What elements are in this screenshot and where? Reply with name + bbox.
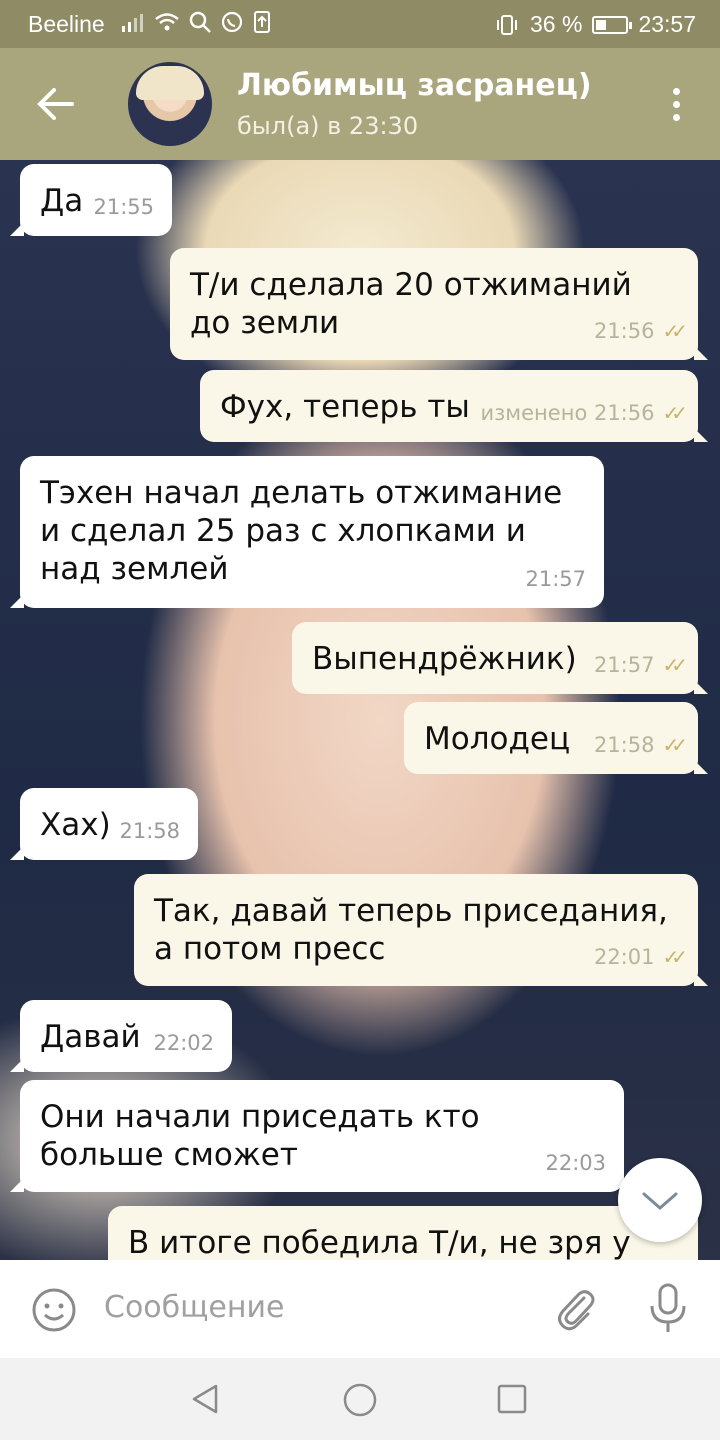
message-bubble[interactable]: Тэхен начал делать отжимание и сделал 25… — [10, 456, 604, 608]
message-bubble[interactable]: Выпендрёжник) 21:57 ✓✓ — [292, 622, 708, 694]
message-time: 21:56 — [593, 319, 655, 343]
message-input[interactable]: Сообщение — [104, 1290, 284, 1325]
message-text: В итоге победила Т/и, не зря у нее — [128, 1225, 631, 1260]
signal-icon — [122, 14, 143, 32]
contact-name[interactable]: Любимыц засранец) — [237, 68, 592, 103]
message-meta: 22:01 ✓✓ — [593, 938, 688, 976]
arrow-left-icon[interactable] — [34, 84, 78, 124]
nav-back-icon[interactable] — [188, 1382, 222, 1416]
message-time: 21:55 — [93, 195, 154, 219]
message-bubble[interactable]: Да 21:55 — [10, 164, 172, 236]
vibrate-icon — [497, 14, 517, 35]
message-time: 22:01 — [593, 945, 655, 969]
message-text: Они начали приседать кто больше сможет — [40, 1099, 480, 1173]
wifi-icon — [155, 13, 179, 31]
message-meta: 21:57 — [525, 560, 586, 598]
double-check-icon: ✓✓ — [662, 945, 687, 969]
message-bubble[interactable]: Они начали приседать кто больше сможет 2… — [10, 1080, 624, 1192]
message-bubble[interactable]: Т/и сделала 20 отжиманий до земли 21:56 ✓… — [170, 248, 708, 360]
message-meta: 21:57 ✓✓ — [593, 646, 688, 684]
clock: 23:57 — [638, 11, 696, 37]
message-meta: 21:55 — [93, 188, 154, 226]
carrier-label: Beeline — [28, 11, 105, 37]
battery-icon — [592, 15, 633, 34]
message-meta: 22:02 — [153, 1024, 214, 1062]
message-bubble[interactable]: Так, давай теперь приседания, а потом пр… — [134, 874, 708, 986]
message-bubble[interactable]: Фух, теперь ты изменено 21:56 ✓✓ — [200, 370, 708, 442]
composer: Сообщение — [0, 1260, 720, 1358]
message-time: 21:58 — [119, 819, 180, 843]
battery-percent: 36 % — [530, 11, 583, 37]
paperclip-icon[interactable] — [550, 1284, 600, 1334]
message-bubble[interactable]: Молодец 21:58 ✓✓ — [404, 702, 708, 774]
message-meta: 21:58 — [119, 812, 180, 850]
message-time: 22:03 — [545, 1151, 606, 1175]
scroll-down-button[interactable] — [618, 1158, 702, 1242]
status-icons — [120, 10, 272, 34]
status-bar: Beeline 36 % 23:57 — [0, 0, 720, 48]
message-text: Тэхен начал делать отжимание и сделал 25… — [40, 475, 563, 587]
message-meta: 21:58 ✓✓ — [593, 726, 688, 764]
smile-icon[interactable] — [30, 1286, 78, 1334]
nav-home-icon[interactable] — [342, 1382, 378, 1418]
last-seen: был(а) в 23:30 — [237, 112, 419, 140]
double-check-icon: ✓✓ — [662, 401, 687, 425]
double-check-icon: ✓✓ — [662, 733, 687, 757]
message-time: изменено 21:56 — [480, 401, 655, 425]
avatar[interactable] — [128, 62, 212, 146]
upload-icon — [254, 11, 270, 33]
double-check-icon: ✓✓ — [662, 653, 687, 677]
chevron-down-icon — [642, 1192, 678, 1210]
status-right: 36 % 23:57 — [494, 11, 696, 38]
message-meta: 22:03 — [545, 1144, 606, 1182]
message-time: 21:57 — [593, 653, 655, 677]
chat-area[interactable]: Да 21:55 Т/и сделала 20 отжиманий до зем… — [0, 160, 720, 1260]
double-check-icon: ✓✓ — [662, 319, 687, 343]
system-nav-bar — [0, 1358, 720, 1440]
search-icon — [189, 11, 211, 33]
message-time: 22:02 — [153, 1031, 214, 1055]
nav-recents-icon[interactable] — [496, 1383, 528, 1415]
chat-header: Любимыц засранец) был(а) в 23:30 — [0, 48, 720, 160]
whatsapp-icon — [221, 11, 243, 33]
message-bubble[interactable]: В итоге победила Т/и, не зря у нее — [108, 1206, 698, 1260]
message-time: 21:57 — [525, 567, 586, 591]
message-meta: 21:56 ✓✓ — [593, 312, 688, 350]
battery-fill — [596, 19, 607, 30]
message-meta: изменено 21:56 ✓✓ — [480, 394, 687, 432]
microphone-icon[interactable] — [646, 1282, 690, 1336]
message-bubble[interactable]: Давай 22:02 — [10, 1000, 232, 1072]
message-bubble[interactable]: Хах) 21:58 — [10, 788, 198, 860]
message-time: 21:58 — [593, 733, 655, 757]
more-vert-icon[interactable] — [670, 88, 682, 128]
